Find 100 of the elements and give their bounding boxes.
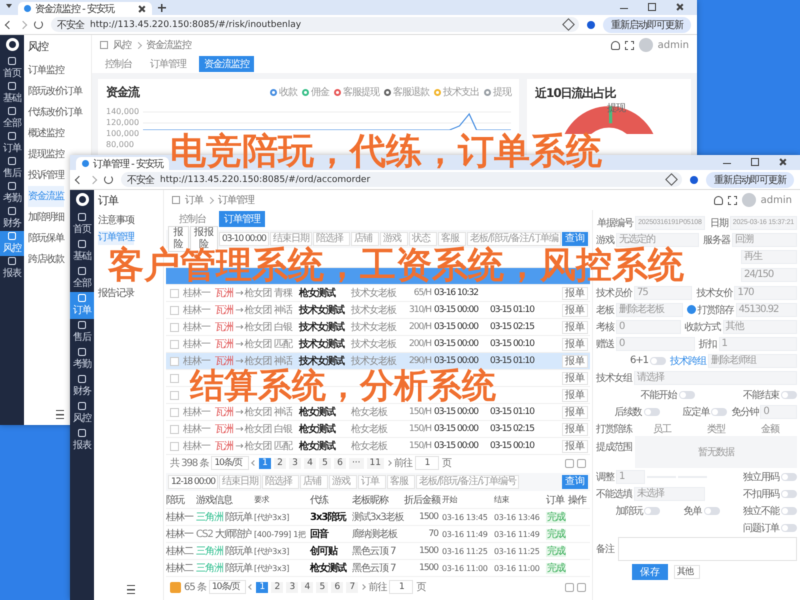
page-button[interactable]: 4 bbox=[301, 582, 314, 592]
toggle-switch[interactable] bbox=[650, 356, 666, 364]
page-button[interactable]: 3 bbox=[286, 582, 298, 592]
sidebar-item[interactable]: 报告记录 bbox=[98, 287, 134, 301]
page-button[interactable]: 4 bbox=[304, 458, 316, 468]
next-page-icon[interactable] bbox=[386, 460, 392, 466]
menu-icon[interactable] bbox=[56, 410, 64, 419]
save-button[interactable]: 保存 bbox=[632, 564, 668, 580]
page-tab[interactable]: 订单管理 bbox=[145, 56, 191, 72]
rail-item[interactable]: 报表 bbox=[0, 256, 24, 281]
toggle-switch[interactable] bbox=[678, 390, 694, 398]
checkbox[interactable] bbox=[170, 424, 179, 434]
fullscreen-icon[interactable] bbox=[728, 196, 737, 204]
date-field[interactable]: 结束日期 bbox=[218, 475, 261, 489]
sidebar-item[interactable]: 陪玩保单 bbox=[28, 228, 64, 249]
rail-item[interactable]: 售后 bbox=[70, 319, 94, 346]
table-row[interactable]: 桂林一 瓦洲 → 枪女团 匹配 枪女测试 枪女老板 150/H 03-15 00:00 03-15 00:10 报单 bbox=[166, 438, 590, 455]
checkbox[interactable] bbox=[170, 374, 179, 382]
maximize-icon[interactable] bbox=[648, 3, 656, 11]
rail-item[interactable]: 风控 bbox=[70, 400, 94, 427]
report-button[interactable]: 报单 bbox=[562, 422, 588, 436]
toggle-switch[interactable] bbox=[781, 390, 797, 398]
report-button[interactable]: 报单 bbox=[562, 286, 588, 300]
breadcrumb-item[interactable]: 风控 bbox=[113, 38, 131, 52]
table-row[interactable]: 桂林一 瓦洲 → 枪女团 白银 技术女测试 技术女老板 200/H 03-15 00:00 03-15 02:15 报单 bbox=[166, 319, 590, 336]
report-button[interactable]: 报单 bbox=[562, 354, 588, 368]
rail-item[interactable]: 风控 bbox=[0, 231, 24, 256]
page-button[interactable]: ··· bbox=[348, 458, 364, 468]
breadcrumb-item[interactable]: 订单管理 bbox=[218, 193, 254, 207]
close-icon[interactable] bbox=[779, 158, 787, 166]
page-button[interactable]: 7 bbox=[346, 582, 358, 592]
sidebar-item[interactable]: 订单管理 bbox=[98, 231, 134, 245]
reload-icon[interactable] bbox=[34, 20, 43, 29]
sidebar-item[interactable]: 资金流监 bbox=[28, 186, 64, 207]
checkbox[interactable] bbox=[170, 288, 179, 298]
checkbox[interactable] bbox=[170, 442, 179, 450]
sidebar-item[interactable]: 加陪明细 bbox=[28, 207, 64, 228]
checkbox[interactable] bbox=[170, 306, 179, 314]
address-bar[interactable]: 不安全 http://113.45.220.150:8085/#/risk/inoutbenlay bbox=[51, 17, 579, 32]
rail-item[interactable]: 基础 bbox=[70, 238, 94, 265]
breadcrumb-item[interactable]: 资金流监控 bbox=[146, 38, 191, 52]
sidebar-item[interactable]: 订单监控 bbox=[28, 60, 64, 81]
sidebar-item[interactable]: 代练改价订单 bbox=[28, 102, 82, 123]
sidebar-item[interactable]: 提现监控 bbox=[28, 144, 64, 165]
page-button[interactable]: 6 bbox=[331, 582, 344, 592]
rail-item[interactable]: 考勤 bbox=[70, 346, 94, 373]
toggle-switch[interactable] bbox=[644, 506, 660, 514]
page-button[interactable]: 6 bbox=[334, 458, 346, 468]
toggle-switch[interactable] bbox=[781, 524, 797, 532]
user-name[interactable]: admin bbox=[658, 40, 689, 50]
maximize-icon[interactable] bbox=[751, 158, 759, 166]
rail-item[interactable]: 订单 bbox=[0, 131, 24, 156]
update-button[interactable]: 重新启动即可更新 bbox=[603, 16, 691, 32]
checkbox[interactable] bbox=[170, 408, 179, 416]
update-button[interactable]: 重新启动即可更新 bbox=[706, 172, 794, 188]
page-size-select[interactable]: 10条/页 bbox=[211, 456, 249, 470]
rail-item[interactable]: 基础 bbox=[0, 81, 24, 106]
security-label[interactable]: 不安全 bbox=[57, 18, 84, 32]
page-button[interactable]: 1 bbox=[256, 582, 268, 592]
next-page-icon[interactable] bbox=[360, 584, 366, 590]
legend-item[interactable]: 技术支出 bbox=[434, 85, 479, 99]
report-button[interactable]: 报单 bbox=[562, 320, 588, 334]
rail-item[interactable]: 财务 bbox=[0, 206, 24, 231]
select-field[interactable]: 游戏 bbox=[380, 232, 408, 246]
report-button[interactable]: 报单 bbox=[562, 388, 588, 402]
browser-tab[interactable]: 资金流监控 - 安安玩 bbox=[18, 2, 152, 15]
rail-item[interactable]: 财务 bbox=[70, 373, 94, 400]
user-name[interactable]: admin bbox=[760, 194, 792, 206]
query-button[interactable]: 查询 bbox=[562, 475, 588, 489]
page-field[interactable]: 1 bbox=[414, 456, 439, 470]
address-bar[interactable]: 不安全 http://113.45.220.150:8085/#/ord/accomorder bbox=[121, 172, 682, 187]
close-icon[interactable] bbox=[676, 3, 684, 11]
page-tab[interactable]: 控制台 bbox=[174, 211, 211, 227]
sidebar-item[interactable]: 概述监控 bbox=[28, 123, 64, 144]
prev-page-icon[interactable] bbox=[251, 460, 257, 466]
toggle-switch[interactable] bbox=[704, 506, 720, 514]
field-label[interactable]: 技术跨组 bbox=[670, 354, 706, 368]
page-button[interactable]: 3 bbox=[288, 458, 301, 468]
report-button[interactable]: 报单 bbox=[562, 372, 588, 384]
rail-item[interactable]: 考勤 bbox=[0, 181, 24, 206]
select-field[interactable]: 游戏 bbox=[328, 475, 357, 489]
checkbox[interactable] bbox=[170, 340, 179, 348]
reload-icon[interactable] bbox=[104, 175, 113, 184]
toggle-switch[interactable] bbox=[711, 408, 728, 416]
query-button[interactable]: 查询 bbox=[562, 232, 588, 246]
table-row[interactable]: 桂林一 瓦洲 → 枪女团 白银 枪女测试 枪女老板 150/H 03-15 00:00 03-15 02:15 报单 bbox=[166, 421, 590, 438]
note-field[interactable] bbox=[618, 537, 797, 561]
page-button[interactable]: 5 bbox=[318, 458, 331, 468]
page-button[interactable]: 2 bbox=[274, 458, 286, 468]
breadcrumb-item[interactable]: 订单 bbox=[185, 193, 203, 207]
page-button[interactable]: 5 bbox=[316, 582, 328, 592]
checkbox[interactable] bbox=[170, 356, 179, 366]
toggle-switch[interactable] bbox=[781, 490, 797, 498]
sidebar-item[interactable]: 陪玩改价订单 bbox=[28, 81, 82, 102]
toggle-switch[interactable] bbox=[644, 408, 660, 416]
page-tab[interactable]: 控制台 bbox=[100, 56, 137, 72]
select-field[interactable]: 其他 bbox=[674, 565, 700, 579]
report-button[interactable]: 报单 bbox=[562, 440, 588, 452]
page-tab[interactable]: 订单管理 bbox=[219, 211, 265, 227]
rail-item[interactable]: 全部 bbox=[70, 265, 94, 292]
